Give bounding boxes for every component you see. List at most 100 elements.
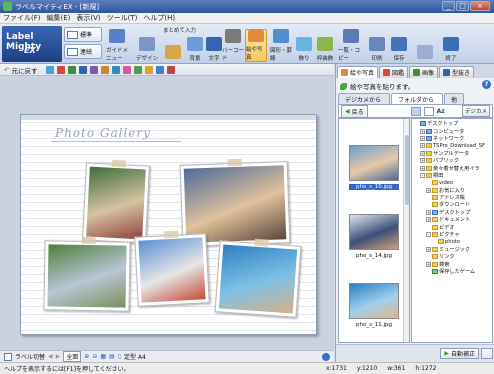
- menu-view[interactable]: 表示(V): [76, 13, 100, 23]
- label-page[interactable]: Photo Gallery: [20, 114, 317, 335]
- tool-icon[interactable]: [134, 65, 143, 74]
- label-switch-icon[interactable]: [4, 352, 12, 361]
- tool-icon[interactable]: [156, 65, 165, 74]
- print-preview-icon[interactable]: [481, 348, 493, 359]
- tree-node[interactable]: + サンプルデータ: [412, 150, 492, 157]
- tree-node[interactable]: アドレス帳: [412, 194, 492, 201]
- menu-edit[interactable]: 編集(E): [47, 13, 71, 23]
- tab-other[interactable]: 他: [444, 93, 465, 104]
- close-button[interactable]: ×: [470, 1, 490, 11]
- thumbnail-item[interactable]: pho_s_11.jpg: [349, 283, 399, 328]
- expand-icon[interactable]: +: [426, 187, 431, 193]
- mode-standard-button[interactable]: 標準: [64, 27, 102, 42]
- tree-node[interactable]: - 桐田: [412, 172, 492, 179]
- folder-tree[interactable]: デスクトップ + コンピュータ + ネットワーク + TSPro_Download_SF + サ…: [411, 118, 493, 343]
- tool-icon[interactable]: [79, 65, 88, 74]
- ribbon-button-6[interactable]: 絵や写真: [245, 29, 267, 62]
- help-button[interactable]: ?: [482, 80, 491, 89]
- tree-node[interactable]: + ドキュメント: [412, 216, 492, 223]
- tool-icon[interactable]: [112, 65, 121, 74]
- photo-5[interactable]: [214, 238, 302, 318]
- expand-icon[interactable]: +: [426, 217, 431, 223]
- thumbnail-list[interactable]: pho_s_10.jpg pho_s_14.jpg pho_s_11.jpg: [338, 118, 410, 343]
- next-arrow-icon[interactable]: ▶: [56, 353, 61, 360]
- ribbon-button-2[interactable]: [162, 29, 184, 62]
- ribbon-button-13[interactable]: [414, 29, 436, 62]
- ribbon-button-1[interactable]: デザイン: [136, 29, 158, 62]
- sort-button[interactable]: Az: [437, 108, 445, 115]
- canvas-area[interactable]: Photo Gallery: [0, 76, 334, 350]
- minimize-button[interactable]: _: [442, 1, 455, 11]
- tool-icon[interactable]: [167, 65, 176, 74]
- expand-icon[interactable]: +: [420, 143, 425, 149]
- photo-4[interactable]: [134, 230, 210, 307]
- expand-icon[interactable]: +: [420, 135, 425, 141]
- photo-3[interactable]: [43, 236, 131, 312]
- full-view-button[interactable]: 全面: [63, 351, 82, 362]
- tool-icon[interactable]: [123, 65, 132, 74]
- ribbon-button-11[interactable]: 印刷: [366, 29, 388, 62]
- layout-icon[interactable]: ▤: [109, 353, 115, 360]
- tree-node[interactable]: ビデオ: [412, 223, 492, 231]
- tree-node[interactable]: + 楽々着せ替え用イラ: [412, 164, 492, 172]
- ribbon-button-7[interactable]: 図形・罫線: [270, 29, 292, 62]
- tree-node[interactable]: デスクトップ: [412, 120, 492, 127]
- thumbnail-item[interactable]: pho_s_14.jpg: [349, 214, 399, 259]
- collapse-icon[interactable]: -: [420, 172, 425, 178]
- menu-file[interactable]: ファイル(F): [3, 13, 41, 23]
- scroll-thumb[interactable]: [405, 135, 409, 205]
- tree-node[interactable]: + TSPro_Download_SF: [412, 142, 492, 149]
- menu-help[interactable]: ヘルプ(H): [143, 13, 175, 23]
- tree-node[interactable]: ダウンロード: [412, 201, 492, 208]
- tool-icon[interactable]: [90, 65, 99, 74]
- tool-icon[interactable]: [145, 65, 154, 74]
- list-view-icon[interactable]: [423, 106, 434, 116]
- expand-icon[interactable]: +: [426, 261, 431, 267]
- ribbon-button-12[interactable]: 保存: [388, 29, 410, 62]
- tool-icon[interactable]: [46, 65, 55, 74]
- ribbon-button-9[interactable]: 枠装飾: [314, 29, 336, 62]
- tree-node[interactable]: + パブリック: [412, 157, 492, 164]
- tree-node[interactable]: photo: [412, 238, 492, 245]
- tab-from-camera[interactable]: デジカメから: [338, 93, 390, 104]
- tab-from-folder[interactable]: フォルダから: [391, 93, 443, 104]
- label-switch-label[interactable]: ラベル切替: [15, 352, 45, 361]
- undo-button[interactable]: ↶ 元に戻す: [4, 65, 37, 75]
- photo-1[interactable]: [82, 159, 150, 244]
- ribbon-button-14[interactable]: 終了: [440, 29, 462, 62]
- tool-icon[interactable]: [101, 65, 110, 74]
- tree-node[interactable]: + デスクトップ: [412, 209, 492, 216]
- tab-images[interactable]: 画像: [409, 66, 439, 78]
- mode-continuous-button[interactable]: 連続: [64, 44, 102, 59]
- grid-icon[interactable]: ▦: [100, 353, 106, 360]
- tree-node[interactable]: 保存したゲーム: [412, 268, 492, 275]
- expand-icon[interactable]: +: [426, 246, 431, 252]
- tree-node[interactable]: + ネットワーク: [412, 135, 492, 142]
- tree-node[interactable]: リンク: [412, 253, 492, 260]
- camera-button[interactable]: デジカメ: [461, 105, 490, 117]
- auto-correct-button[interactable]: ▶ 自動補正: [440, 348, 479, 359]
- tree-node[interactable]: + コンピュータ: [412, 127, 492, 135]
- ribbon-button-8[interactable]: 飾り: [293, 29, 315, 62]
- prev-arrow-icon[interactable]: ◀: [48, 353, 53, 360]
- expand-icon[interactable]: +: [420, 158, 425, 164]
- zoom-in-icon[interactable]: ⊕: [84, 353, 89, 360]
- tab-pictures[interactable]: 絵や写真: [337, 66, 379, 78]
- tree-node[interactable]: - ピクチャ: [412, 231, 492, 238]
- ribbon-button-0[interactable]: ガイドメニュー: [106, 29, 128, 62]
- maximize-button[interactable]: □: [456, 1, 469, 11]
- expand-icon[interactable]: +: [420, 150, 425, 156]
- back-button[interactable]: ◀ 戻る: [341, 104, 368, 118]
- thumbnail-scrollbar[interactable]: [403, 119, 409, 342]
- tab-cutout[interactable]: 型抜き: [439, 66, 475, 78]
- expand-icon[interactable]: +: [420, 165, 425, 171]
- thumbnail-view-icon[interactable]: [410, 106, 421, 116]
- tree-node[interactable]: + ミュージック: [412, 246, 492, 253]
- zoom-out-icon[interactable]: ⊖: [92, 353, 97, 360]
- expand-icon[interactable]: +: [426, 209, 431, 215]
- tool-icon[interactable]: [68, 65, 77, 74]
- info-icon[interactable]: [322, 352, 330, 361]
- collapse-icon[interactable]: -: [426, 232, 431, 238]
- expand-icon[interactable]: +: [420, 128, 425, 134]
- ribbon-button-5[interactable]: バーコード: [222, 29, 244, 62]
